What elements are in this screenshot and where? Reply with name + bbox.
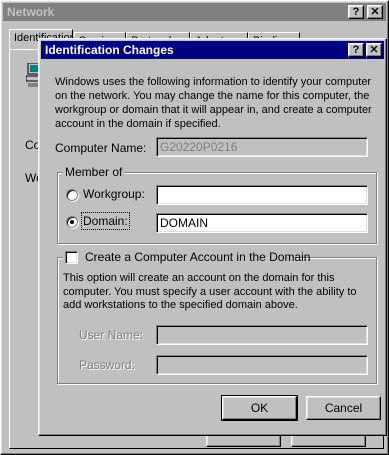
domain-label: Domain: bbox=[81, 212, 130, 230]
computer-name-label: Computer Name: bbox=[55, 141, 146, 155]
workgroup-label: Workgroup: bbox=[83, 187, 145, 201]
create-account-label: Create a Computer Account in the Domain bbox=[85, 250, 311, 264]
network-title: Network bbox=[7, 5, 55, 19]
domain-radio[interactable] bbox=[66, 216, 78, 228]
domain-field[interactable]: DOMAIN bbox=[156, 213, 368, 233]
identification-dialog: Identification Changes ? ✕ Windows uses … bbox=[38, 38, 387, 436]
password-label: Password: bbox=[79, 358, 136, 372]
workgroup-radio[interactable] bbox=[66, 189, 78, 201]
close-icon: ✕ bbox=[370, 6, 380, 18]
dialog-close-button[interactable]: ✕ bbox=[366, 43, 382, 57]
member-of-label: Member of bbox=[63, 165, 125, 179]
dialog-title: Identification Changes bbox=[45, 43, 174, 57]
create-account-header: Create a Computer Account in the Domain bbox=[63, 250, 310, 264]
network-titlebar: Network bbox=[3, 3, 386, 21]
username-label: User Name: bbox=[79, 328, 144, 342]
member-of-group bbox=[57, 172, 377, 244]
help-icon: ? bbox=[352, 44, 360, 56]
network-help-button[interactable]: ? bbox=[348, 5, 364, 19]
help-icon: ? bbox=[352, 6, 360, 18]
password-field[interactable] bbox=[156, 355, 368, 375]
domain-radio-selected-dot bbox=[70, 220, 74, 224]
create-account-checkbox[interactable] bbox=[65, 251, 78, 264]
cancel-button[interactable]: Cancel bbox=[306, 396, 381, 420]
ok-button[interactable]: OK bbox=[221, 395, 298, 421]
dialog-titlebar: Identification Changes bbox=[41, 41, 384, 59]
workgroup-field[interactable] bbox=[156, 185, 368, 205]
create-account-description: This option will create an account on th… bbox=[63, 272, 357, 311]
dialog-description: Windows uses the following information t… bbox=[55, 76, 372, 130]
cancel-button-label: Cancel bbox=[324, 401, 363, 415]
close-icon: ✕ bbox=[369, 44, 379, 56]
computer-name-label-text: Computer Name: bbox=[55, 141, 147, 155]
dialog-help-button[interactable]: ? bbox=[348, 43, 364, 57]
username-field[interactable] bbox=[156, 325, 368, 345]
ok-button-label: OK bbox=[250, 401, 269, 415]
network-close-button[interactable]: ✕ bbox=[367, 5, 383, 19]
computer-name-field[interactable]: G20220P0216 bbox=[156, 137, 368, 157]
